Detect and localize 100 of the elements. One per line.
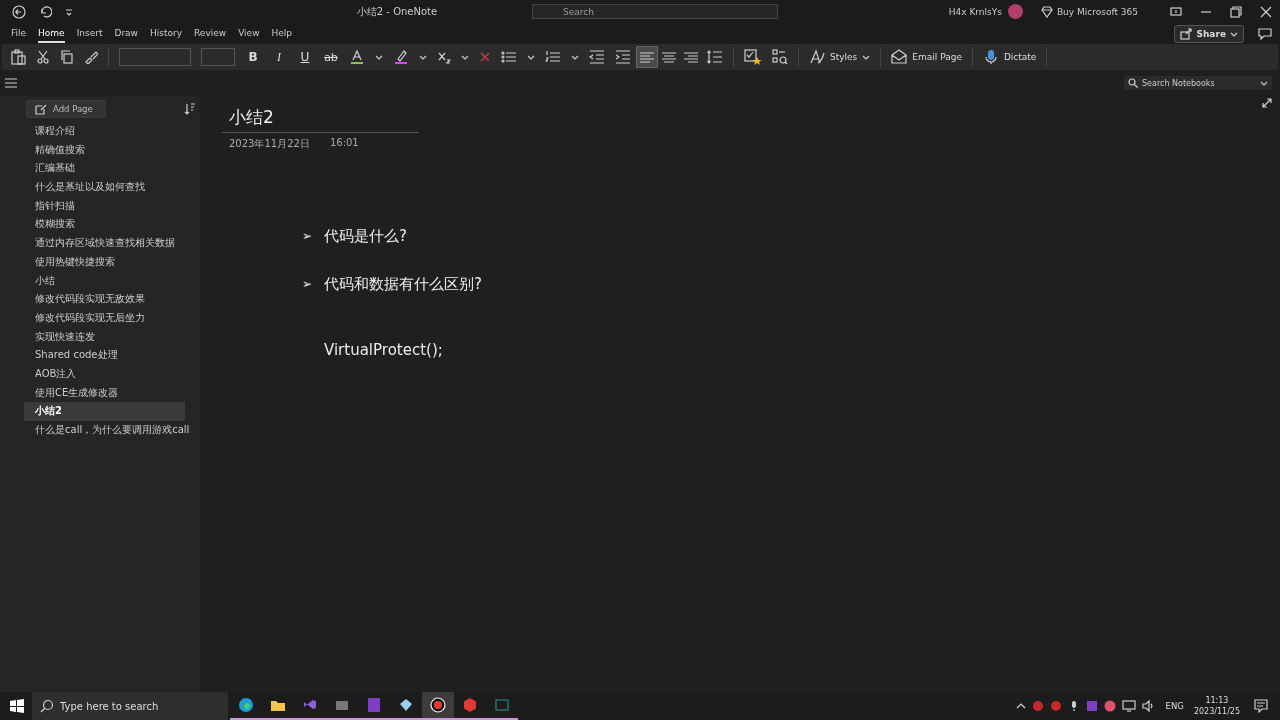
page-item[interactable]: 使用热键快捷搜索 [24, 252, 185, 272]
page-item[interactable]: 模糊搜索 [24, 215, 185, 235]
music-icon[interactable] [1103, 700, 1116, 712]
menu-tab[interactable]: Help [271, 24, 293, 43]
search-notebooks-field[interactable]: Search Notebooks [1124, 76, 1272, 90]
page-item[interactable]: AOB注入 [24, 364, 185, 384]
back-icon[interactable] [12, 4, 26, 19]
clear-format-icon[interactable] [479, 51, 491, 63]
page-item[interactable]: 修改代码段实现无后坐力 [24, 308, 185, 328]
search-icon [1128, 78, 1138, 88]
close-icon[interactable] [1260, 5, 1272, 18]
page-item[interactable]: 使用CE生成修改器 [24, 383, 185, 403]
outdent-icon[interactable] [589, 50, 605, 64]
sort-icon[interactable] [184, 103, 196, 115]
comment-icon[interactable] [1258, 26, 1272, 41]
share-icon [1180, 27, 1193, 40]
tray-app-icon[interactable] [1031, 700, 1044, 712]
page-item[interactable]: 课程介绍 [24, 122, 185, 141]
language-indicator[interactable]: ENG [1165, 701, 1184, 711]
menu-icon[interactable] [5, 78, 17, 88]
taskbar-app-button[interactable] [422, 692, 454, 720]
browser-icon [237, 696, 255, 714]
page-item[interactable]: 汇编基础 [24, 159, 185, 179]
windows-icon[interactable] [10, 699, 24, 713]
expand-icon[interactable] [1262, 98, 1272, 108]
search-icon [40, 699, 54, 713]
bullet-arrow: ➢ [302, 229, 314, 243]
avatar-circle[interactable] [1007, 4, 1023, 19]
menu-tab[interactable]: Review [194, 24, 227, 43]
paste-icon[interactable] [10, 49, 26, 65]
add-page-button[interactable]: Add Page [26, 100, 106, 118]
record-icon [429, 696, 447, 714]
window-title: 小结2 - OneNote [355, 4, 439, 19]
page-item[interactable]: 通过内存区域快速查找相关数据 [24, 234, 185, 253]
menu-tab[interactable]: Draw [114, 24, 138, 43]
diamond-icon [1040, 5, 1053, 18]
scissors-icon[interactable] [36, 50, 50, 64]
copy-icon[interactable] [60, 50, 74, 64]
user-name: H4x KrnlsYs [948, 6, 1002, 17]
page-item[interactable]: 什么是call，为什么要调用游戏call [24, 421, 190, 440]
align-button[interactable] [636, 46, 658, 68]
brush-icon[interactable] [84, 50, 98, 64]
caret-icon [862, 53, 871, 61]
notebook-icon[interactable] [1085, 700, 1098, 712]
caret-icon[interactable] [527, 53, 535, 61]
tray-app-icon[interactable] [1049, 700, 1062, 712]
bullet-list-icon[interactable] [501, 50, 517, 64]
menu-tab[interactable]: Home [38, 24, 65, 43]
undo-icon[interactable] [38, 4, 52, 19]
font-name-field[interactable] [119, 48, 191, 66]
share-button[interactable]: Share [1174, 24, 1244, 43]
screen-icon[interactable] [1170, 5, 1182, 18]
format-button[interactable]: B [245, 50, 261, 64]
taskbar-search-field[interactable]: Type here to search [32, 692, 228, 720]
clock-time[interactable]: 11:13 [1205, 695, 1229, 706]
find-tags-icon[interactable] [772, 49, 788, 65]
tag-icon[interactable] [744, 49, 762, 65]
notification-icon[interactable] [1254, 699, 1268, 713]
page-item[interactable]: 实现快速连发 [24, 327, 185, 347]
note-text: 代码和数据有什么区别? [324, 274, 482, 294]
format-button[interactable]: I [271, 49, 287, 65]
menu-tab[interactable]: Insert [76, 24, 103, 43]
subscript-icon[interactable] [437, 50, 451, 64]
clock-date[interactable]: 2023/11/25 [1193, 706, 1240, 717]
buy-button[interactable]: Buy Microsoft 365 [1040, 5, 1138, 18]
terminal-icon [493, 696, 511, 714]
menu-tab[interactable]: History [150, 24, 182, 43]
bullet-arrow: ➢ [302, 277, 314, 291]
note-text: VirtualProtect(); [324, 341, 443, 359]
notebook-icon [365, 696, 383, 714]
font-size-field[interactable] [201, 48, 235, 66]
styles-button[interactable]: Styles [809, 49, 871, 65]
line-spacing-icon[interactable] [707, 50, 723, 64]
page-item[interactable]: 精确值搜索 [24, 140, 185, 160]
search-field[interactable]: Search [532, 4, 778, 19]
page-title: 小结2 [222, 106, 419, 133]
caret-icon[interactable] [419, 53, 427, 61]
indent-icon[interactable] [615, 50, 631, 64]
email-page-button[interactable]: Email Page [891, 49, 962, 65]
page-item[interactable]: Shared code处理 [24, 346, 185, 365]
highlighter-icon[interactable] [393, 49, 409, 65]
numbered-list-icon[interactable] [545, 50, 561, 64]
menu-tab[interactable]: View [238, 24, 260, 43]
format-button[interactable]: U [297, 50, 313, 64]
page-item[interactable]: 什么是基址以及如何查找 [24, 178, 185, 197]
page-item[interactable]: 小结2 [24, 402, 185, 421]
page-item[interactable]: 修改代码段实现无敌效果 [24, 290, 185, 309]
font-color-icon[interactable] [349, 49, 365, 65]
caret-icon[interactable] [375, 53, 383, 61]
network-icon[interactable] [1121, 700, 1136, 712]
page-item[interactable]: 指针扫描 [24, 196, 185, 216]
menu-tab[interactable]: File [11, 24, 27, 43]
page-item[interactable]: 小结 [24, 271, 185, 291]
dictate-button[interactable]: Dictate [982, 49, 1037, 65]
caret-icon[interactable] [461, 53, 469, 61]
caret-icon[interactable] [571, 53, 579, 61]
hexagon-icon [461, 696, 479, 714]
restore-icon[interactable] [1230, 5, 1242, 18]
format-button[interactable]: ab [323, 50, 339, 64]
chevron-up-icon[interactable] [1015, 701, 1026, 711]
